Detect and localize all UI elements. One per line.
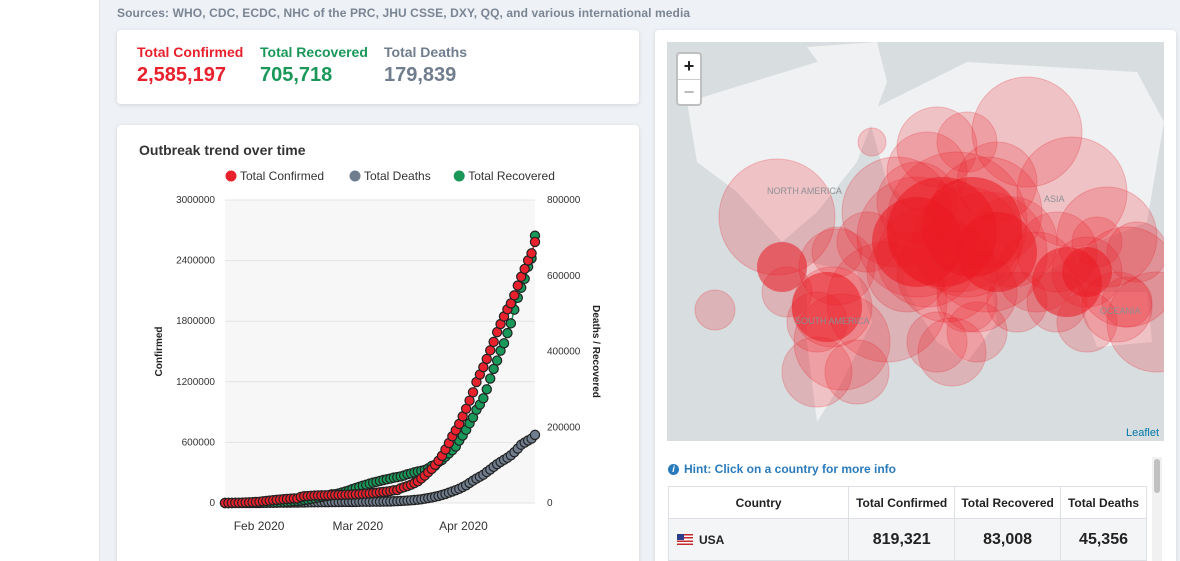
col-country[interactable]: Country bbox=[668, 486, 850, 519]
deaths-value: 179,839 bbox=[384, 64, 457, 86]
zoom-out-button[interactable]: − bbox=[678, 79, 700, 104]
map-label-south-america: SOUTH AMERICA bbox=[795, 316, 870, 326]
y-tick-label: 3000000 bbox=[176, 195, 215, 206]
country-bubble[interactable] bbox=[1062, 247, 1112, 297]
stat-confirmed: Total Confirmed 2,585,197 bbox=[137, 44, 243, 87]
data-point[interactable] bbox=[485, 373, 496, 384]
y-axis-label: Confirmed bbox=[154, 327, 165, 377]
y2-tick-label: 0 bbox=[547, 498, 553, 509]
us-flag-icon bbox=[677, 533, 693, 545]
cell-country: USA bbox=[668, 518, 850, 561]
y-tick-label: 600000 bbox=[182, 437, 216, 448]
legend-item[interactable]: Total Recovered bbox=[453, 169, 555, 183]
data-point[interactable] bbox=[526, 248, 537, 259]
table-row[interactable]: USA 819,321 83,008 45,356 bbox=[668, 518, 1147, 561]
map-canvas[interactable]: NORTH AMERICA SOUTH AMERICA ASIA OCEANIA bbox=[667, 42, 1164, 441]
totals-card: Total Confirmed 2,585,197 Total Recovere… bbox=[117, 30, 639, 104]
world-map[interactable]: NORTH AMERICA SOUTH AMERICA ASIA OCEANIA… bbox=[667, 42, 1164, 441]
country-table-container: Country Total Confirmed Total Recovered … bbox=[668, 486, 1147, 561]
cell-deaths: 45,356 bbox=[1060, 518, 1147, 561]
country-bubble[interactable] bbox=[792, 272, 862, 342]
data-point[interactable] bbox=[491, 355, 503, 366]
table-header-row: Country Total Confirmed Total Recovered … bbox=[668, 486, 1147, 519]
country-bubble[interactable] bbox=[857, 127, 887, 157]
map-label-asia: ASIA bbox=[1044, 194, 1065, 204]
y2-tick-label: 400000 bbox=[547, 347, 581, 358]
data-point[interactable] bbox=[502, 327, 513, 339]
x-tick-label: Feb 2020 bbox=[234, 519, 285, 533]
country-bubble[interactable] bbox=[1106, 221, 1164, 283]
table-scrollbar[interactable] bbox=[1152, 457, 1162, 561]
country-name: USA bbox=[699, 532, 725, 547]
country-bubble[interactable] bbox=[872, 197, 962, 287]
data-point[interactable] bbox=[512, 280, 523, 291]
y-tick-label: 1800000 bbox=[176, 316, 215, 327]
data-point[interactable] bbox=[529, 429, 541, 441]
cell-confirmed: 819,321 bbox=[848, 518, 956, 561]
y2-tick-label: 600000 bbox=[547, 271, 581, 282]
left-sidebar bbox=[0, 0, 100, 561]
legend-item[interactable]: Total Deaths bbox=[349, 169, 431, 183]
stat-recovered: Total Recovered 705,718 bbox=[260, 44, 368, 87]
confirmed-value: 2,585,197 bbox=[137, 64, 226, 86]
data-point[interactable] bbox=[519, 263, 530, 275]
trend-chart: 0 600000 1200000 1800000 2400000 3000000 0 2000… bbox=[154, 169, 601, 533]
map-card: NORTH AMERICA SOUTH AMERICA ASIA OCEANIA… bbox=[655, 30, 1176, 561]
cell-recovered: 83,008 bbox=[954, 518, 1062, 561]
data-point[interactable] bbox=[498, 338, 510, 349]
y2-tick-label: 200000 bbox=[547, 422, 581, 433]
y-tick-label: 1200000 bbox=[176, 377, 215, 388]
stat-deaths: Total Deaths 179,839 bbox=[384, 44, 467, 87]
data-point[interactable] bbox=[467, 387, 479, 398]
y-tick-label: 0 bbox=[209, 498, 215, 509]
legend-item[interactable]: Total Confirmed bbox=[225, 169, 325, 183]
chart-legend: Total Confirmed Total Deaths Total Recover… bbox=[225, 169, 555, 183]
col-total-confirmed[interactable]: Total Confirmed bbox=[848, 486, 956, 519]
data-point[interactable] bbox=[481, 353, 492, 365]
x-tick-label: Apr 2020 bbox=[439, 519, 488, 533]
legend-label: Total Deaths bbox=[364, 169, 431, 183]
country-bubble[interactable] bbox=[694, 289, 736, 331]
recovered-label: Total Recovered bbox=[260, 44, 368, 60]
y2-axis-label: Deaths / Recovered bbox=[590, 305, 601, 398]
data-point[interactable] bbox=[478, 393, 489, 404]
y2-tick-label: 800000 bbox=[547, 195, 581, 206]
col-total-recovered[interactable]: Total Recovered bbox=[954, 486, 1062, 519]
legend-marker bbox=[225, 170, 237, 182]
col-total-deaths[interactable]: Total Deaths bbox=[1060, 486, 1147, 519]
zoom-in-button[interactable]: + bbox=[678, 54, 700, 79]
data-point[interactable] bbox=[485, 345, 496, 356]
zoom-control: + − bbox=[676, 52, 702, 106]
country-table: Country Total Confirmed Total Recovered … bbox=[668, 486, 1147, 561]
scrollbar-thumb[interactable] bbox=[1154, 459, 1160, 493]
confirmed-label: Total Confirmed bbox=[137, 44, 244, 60]
deaths-label: Total Deaths bbox=[384, 44, 467, 60]
map-label-north-america: NORTH AMERICA bbox=[767, 186, 842, 196]
sources-line: Sources: WHO, CDC, ECDC, NHC of the PRC,… bbox=[117, 6, 691, 20]
data-point[interactable] bbox=[509, 290, 520, 301]
info-icon: i bbox=[668, 463, 679, 475]
data-point[interactable] bbox=[488, 336, 499, 348]
y-tick-label: 2400000 bbox=[176, 256, 215, 267]
leaflet-attribution-link[interactable]: Leaflet bbox=[1126, 427, 1159, 439]
data-point[interactable] bbox=[529, 236, 541, 248]
recovered-value: 705,718 bbox=[260, 64, 333, 86]
legend-label: Total Recovered bbox=[468, 169, 555, 183]
trend-chart-card: Outbreak trend over time 0 600000 1200000 1… bbox=[117, 125, 639, 561]
hint-label: Hint: Click on a country for more info bbox=[684, 462, 897, 476]
legend-marker bbox=[349, 170, 361, 182]
data-point[interactable] bbox=[481, 384, 492, 395]
map-label-oceania: OCEANIA bbox=[1100, 306, 1141, 316]
hint-text: i Hint: Click on a country for more info bbox=[668, 462, 896, 476]
legend-label: Total Confirmed bbox=[240, 169, 324, 183]
country-bubble[interactable] bbox=[957, 212, 1037, 292]
country-bubble[interactable] bbox=[757, 242, 807, 292]
legend-marker bbox=[453, 170, 465, 182]
x-tick-label: Mar 2020 bbox=[333, 519, 384, 533]
